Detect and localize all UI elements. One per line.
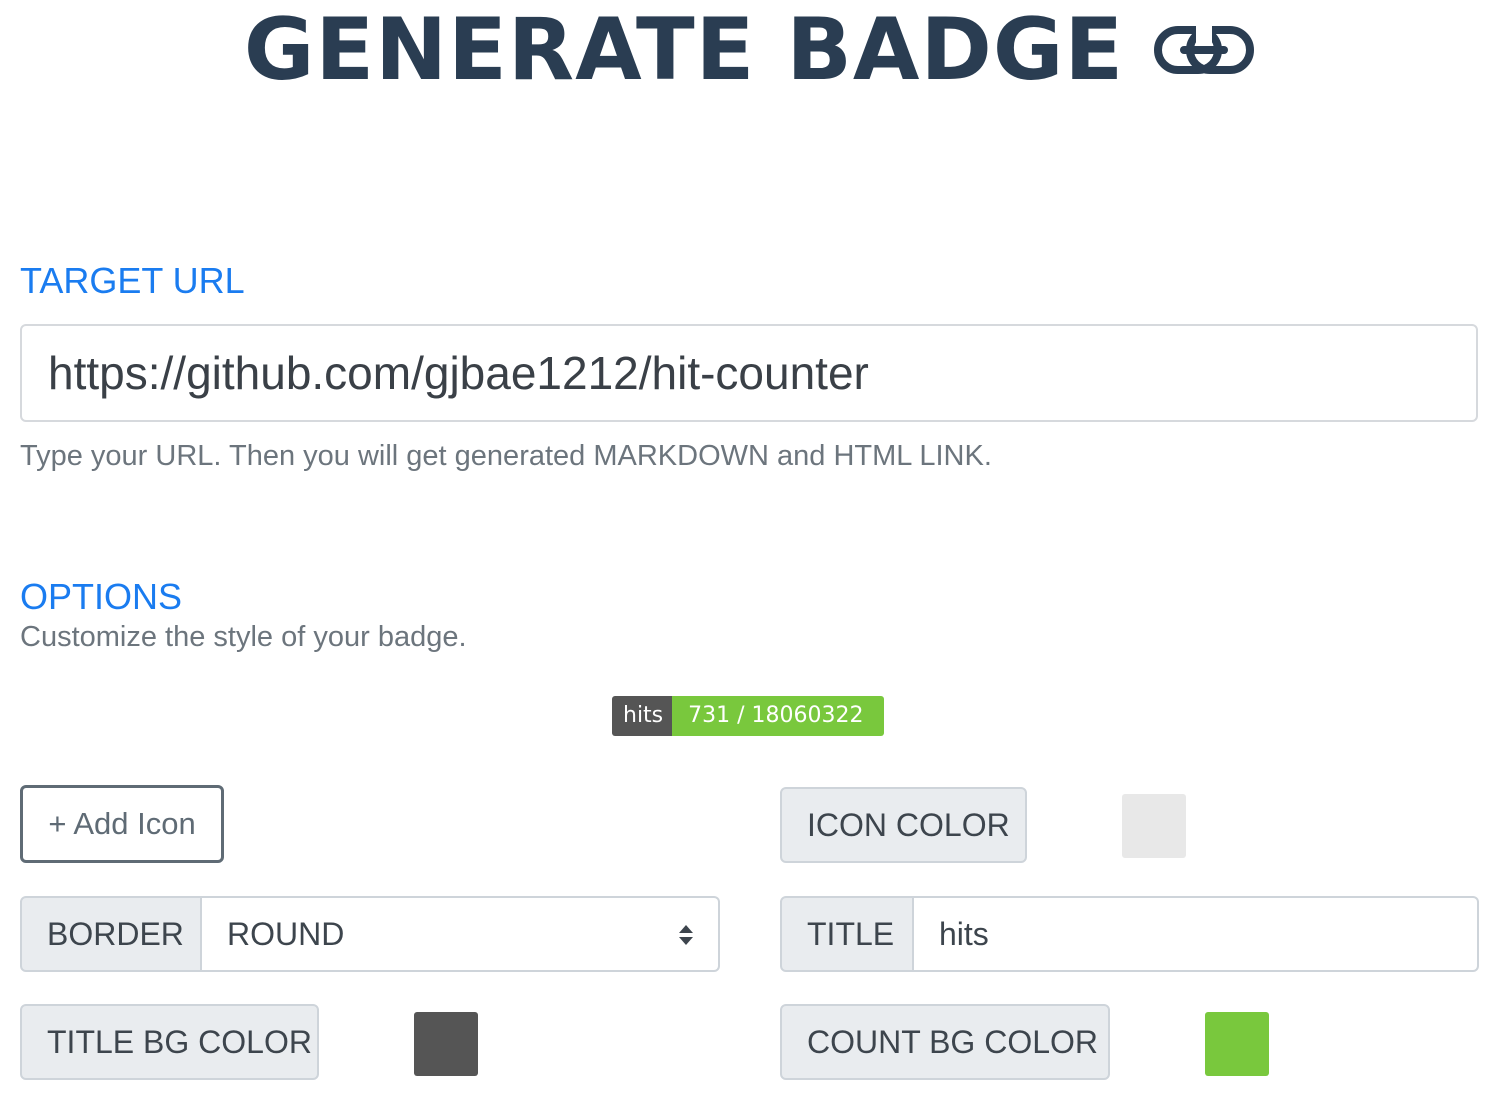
options-heading: OPTIONS	[20, 576, 183, 617]
badge-title: hits	[612, 696, 673, 736]
title-input-value: hits	[939, 915, 989, 952]
add-icon-button[interactable]: + Add Icon	[20, 785, 224, 863]
page-title: GENERATE BADGE	[243, 0, 1125, 100]
select-arrows-icon	[679, 925, 693, 945]
icon-color-swatch[interactable]	[1122, 794, 1186, 858]
border-label: BORDER	[20, 896, 202, 972]
target-url-input[interactable]	[20, 324, 1478, 422]
title-bg-color-label: TITLE BG COLOR	[20, 1004, 319, 1080]
link-icon	[1154, 26, 1255, 74]
count-bg-color-swatch[interactable]	[1205, 1012, 1269, 1076]
badge-preview: hits 731 / 18060322	[612, 696, 884, 736]
header: GENERATE BADGE	[0, 0, 1498, 100]
border-select-value: ROUND	[227, 915, 345, 952]
title-input[interactable]: hits	[914, 896, 1479, 972]
target-url-help-text: Type your URL. Then you will get generat…	[20, 440, 992, 472]
border-select[interactable]: ROUND	[202, 896, 720, 972]
target-url-heading: TARGET URL	[20, 260, 245, 301]
icon-color-label: ICON COLOR	[780, 787, 1027, 863]
badge-count: 731 / 18060322	[672, 696, 884, 736]
title-bg-color-swatch[interactable]	[414, 1012, 478, 1076]
title-label: TITLE	[780, 896, 914, 972]
generate-badge-page: GENERATE BADGE TARGET URL Type your URL.…	[0, 0, 1498, 1108]
options-subtitle: Customize the style of your badge.	[20, 621, 467, 653]
count-bg-color-label: COUNT BG COLOR	[780, 1004, 1110, 1080]
